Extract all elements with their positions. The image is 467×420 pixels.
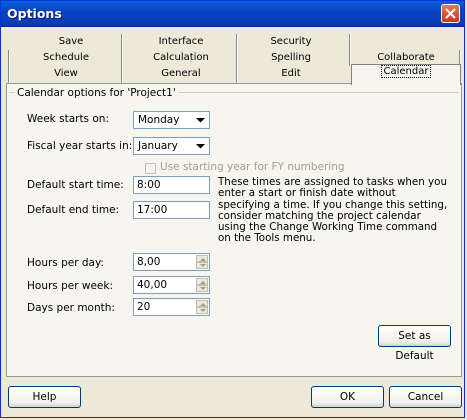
close-icon — [445, 8, 456, 19]
tab-divider — [8, 50, 10, 66]
week-starts-select[interactable]: Monday — [133, 111, 210, 129]
chevron-down-icon[interactable] — [193, 139, 208, 153]
default-end-label: Default end time: — [27, 204, 120, 216]
tab-edit[interactable]: Edit — [266, 67, 316, 81]
spinner[interactable] — [196, 300, 208, 314]
tab-divider — [349, 50, 351, 66]
options-dialog: Options Save Interface Security Schedule… — [0, 0, 465, 418]
days-per-month-label: Days per month: — [27, 302, 115, 314]
default-start-value: 8:00 — [137, 179, 161, 191]
tab-schedule[interactable]: Schedule — [31, 51, 101, 65]
tab-divider — [121, 66, 123, 83]
hours-per-day-stepper[interactable]: 8,00 — [133, 253, 210, 271]
default-end-input[interactable]: 17:00 — [133, 201, 210, 219]
hours-per-week-label: Hours per week: — [27, 280, 114, 292]
spinner[interactable] — [196, 255, 208, 269]
tab-spelling[interactable]: Spelling — [256, 51, 326, 65]
tab-divider — [121, 50, 123, 66]
tab-divider — [349, 34, 351, 50]
default-start-input[interactable]: 8:00 — [133, 176, 210, 194]
hours-per-day-value: 8,00 — [137, 256, 161, 268]
use-starting-year-label: Use starting year for FY numbering — [160, 161, 345, 173]
spin-up-icon[interactable] — [196, 300, 208, 307]
days-per-month-stepper[interactable]: 20 — [133, 298, 210, 316]
time-note: These times are assigned to tasks when y… — [218, 176, 448, 245]
tab-general[interactable]: General — [141, 67, 221, 81]
title-bar: Options — [1, 1, 464, 27]
tab-collaborate[interactable]: Collaborate — [366, 51, 446, 65]
fiscal-year-select[interactable]: January — [133, 137, 210, 155]
tab-divider — [121, 34, 123, 50]
chevron-down-icon[interactable] — [193, 113, 208, 127]
section-label: Calendar options for 'Project1' — [15, 87, 178, 99]
hours-per-week-stepper[interactable]: 40,00 — [133, 276, 210, 294]
week-starts-value: Monday — [138, 114, 180, 126]
default-start-label: Default start time: — [27, 179, 124, 191]
spin-up-icon[interactable] — [196, 278, 208, 285]
ok-button[interactable]: OK — [311, 386, 384, 408]
hours-per-week-value: 40,00 — [137, 279, 168, 291]
use-starting-year-checkbox[interactable] — [145, 163, 156, 174]
fiscal-year-value: January — [138, 140, 178, 152]
spin-down-icon[interactable] — [196, 285, 208, 292]
spin-down-icon[interactable] — [196, 307, 208, 314]
spinner[interactable] — [196, 278, 208, 292]
default-end-value: 17:00 — [137, 204, 168, 216]
spin-up-icon[interactable] — [196, 255, 208, 262]
tab-interface[interactable]: Interface — [146, 35, 216, 49]
spin-down-icon[interactable] — [196, 262, 208, 269]
hours-per-day-label: Hours per day: — [27, 257, 104, 269]
tab-calculation[interactable]: Calculation — [141, 51, 221, 65]
tab-divider — [236, 50, 238, 66]
tab-calendar-label: Calendar — [380, 65, 432, 78]
help-button[interactable]: Help — [8, 386, 81, 408]
tab-save[interactable]: Save — [41, 35, 101, 49]
tab-divider — [8, 66, 10, 83]
tab-divider — [236, 34, 238, 50]
tab-calendar[interactable]: Calendar — [351, 64, 461, 85]
week-starts-label: Week starts on: — [27, 113, 109, 125]
cancel-button[interactable]: Cancel — [389, 386, 462, 408]
dialog-title: Options — [7, 6, 62, 21]
days-per-month-value: 20 — [137, 301, 151, 313]
set-as-default-button[interactable]: Set as Default — [378, 325, 451, 362]
close-button[interactable] — [441, 4, 460, 23]
tab-view[interactable]: View — [36, 67, 96, 81]
fiscal-year-label: Fiscal year starts in: — [27, 140, 133, 152]
tab-divider — [236, 66, 238, 83]
tab-security[interactable]: Security — [256, 35, 326, 49]
